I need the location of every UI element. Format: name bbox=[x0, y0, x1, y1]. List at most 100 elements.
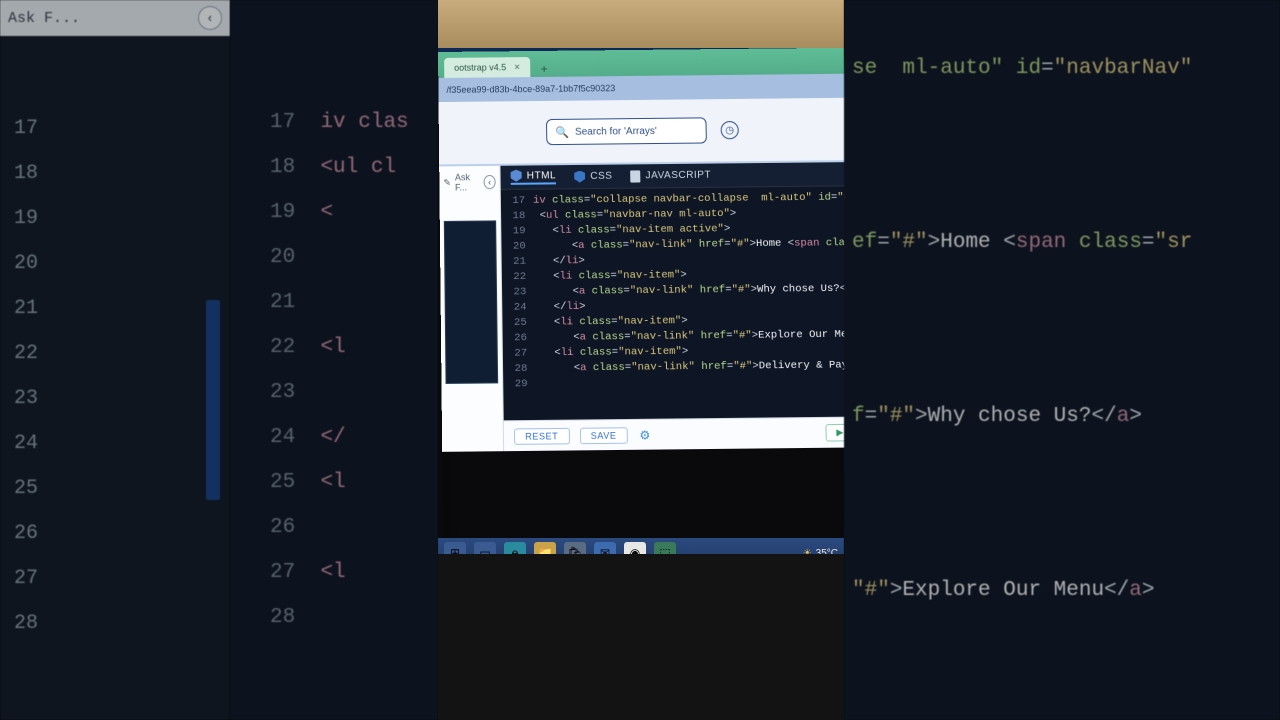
newtab-button[interactable]: + bbox=[536, 61, 552, 77]
gutter-row: 24 bbox=[0, 421, 230, 466]
line-number: 19 bbox=[0, 207, 60, 230]
line-number: 28 bbox=[0, 612, 60, 635]
line-number: 21 bbox=[0, 297, 60, 320]
search-placeholder: Search for 'Arrays' bbox=[575, 125, 657, 137]
browser-tab-title: ootstrap v4.5 bbox=[454, 62, 506, 73]
zoom-code-fragments: 17 iv clas18 <ul cl19 <20 21 22 <l23 24 … bbox=[230, 0, 438, 720]
line-number: 23 bbox=[0, 387, 60, 410]
tab-html[interactable]: HTML bbox=[511, 169, 557, 185]
zoom-code-line: "#">Explore Our Menu</a> bbox=[844, 562, 1280, 620]
line-number: 29 bbox=[503, 377, 536, 393]
save-button[interactable]: SAVE bbox=[579, 427, 627, 444]
gutter-row: 26 bbox=[0, 511, 230, 556]
right-blurred-panel: se ml-auto" id="navbarNav" ef="#">Home <… bbox=[844, 0, 1280, 720]
css3-icon bbox=[574, 170, 585, 182]
zoom-code-line: 19 < bbox=[230, 190, 438, 235]
line-number: 24 bbox=[502, 300, 535, 316]
wall-above-monitor bbox=[438, 0, 844, 48]
url-text: /f35eea99-d83b-4bce-89a7-1bb7f5c90323 bbox=[446, 83, 615, 95]
gutter-row: 28 bbox=[0, 601, 230, 646]
zoom-code-line: 23 bbox=[230, 370, 438, 415]
center-photo: ootstrap v4.5 × + /f35eea99-d83b-4bce-89… bbox=[438, 0, 844, 720]
zoom-code-line: 25 <l bbox=[230, 460, 438, 505]
line-number: 26 bbox=[0, 522, 60, 545]
gutter-row: 25 bbox=[0, 466, 230, 511]
zoom-code-line: ef="#">Home <span class="sr bbox=[844, 214, 1280, 272]
ide: ✎ Ask F... ‹ HTML CSS bbox=[439, 162, 854, 452]
zoom-code-line bbox=[844, 98, 1280, 156]
line-number: 23 bbox=[502, 285, 535, 301]
tab-css[interactable]: CSS bbox=[574, 170, 612, 183]
tab-js[interactable]: JAVASCRIPT bbox=[630, 169, 711, 182]
zoom-code-line bbox=[844, 446, 1280, 504]
zoom-code-line: se ml-auto" id="navbarNav" bbox=[844, 40, 1280, 98]
zoom-code-line: 26 bbox=[230, 505, 438, 550]
line-number: 17 bbox=[501, 194, 533, 210]
line-number: 19 bbox=[501, 224, 533, 240]
ask-label: Ask F... bbox=[8, 10, 80, 27]
zoom-code-line: 21 bbox=[230, 280, 438, 325]
below-monitor bbox=[438, 554, 844, 720]
ide-ask-pill[interactable]: ✎ Ask F... ‹ bbox=[443, 172, 495, 193]
js-icon bbox=[630, 170, 640, 182]
zoom-code-line bbox=[844, 272, 1280, 330]
chat-icon: ✎ bbox=[443, 177, 451, 188]
close-tab-icon[interactable]: × bbox=[514, 62, 520, 73]
page-header: Search for 'Arrays' ◷ bbox=[439, 98, 847, 167]
back-icon[interactable]: ‹ bbox=[198, 6, 222, 30]
gutter-row: 27 bbox=[0, 556, 230, 601]
reset-button[interactable]: RESET bbox=[514, 427, 570, 444]
left-blurred-panel: Ask F... ‹ 17 18 19 20 21 22 23 24 25 26 27 28 bbox=[0, 0, 230, 720]
zoom-code-line bbox=[844, 330, 1280, 388]
search-icon bbox=[555, 125, 569, 138]
ide-ask-label: Ask F... bbox=[455, 172, 480, 192]
gutter-row: 21 bbox=[0, 286, 230, 331]
gutter-row: 19 bbox=[0, 196, 230, 241]
line-number: 28 bbox=[503, 361, 536, 377]
monitor-bezel: ootstrap v4.5 × + /f35eea99-d83b-4bce-89… bbox=[438, 48, 844, 568]
line-number: 26 bbox=[503, 331, 536, 347]
line-number: 27 bbox=[503, 346, 536, 362]
gutter-row: 23 bbox=[0, 376, 230, 421]
line-number: 20 bbox=[0, 252, 60, 275]
tab-html-label: HTML bbox=[527, 170, 557, 181]
html5-icon bbox=[511, 170, 522, 182]
zoom-code-line: 24 </ bbox=[230, 415, 438, 460]
line-number: 18 bbox=[501, 209, 533, 225]
tab-js-label: JAVASCRIPT bbox=[645, 170, 711, 182]
zoom-code-line: f="#">Why chose Us?</a> bbox=[844, 388, 1280, 446]
zoom-code-line: 18 <ul cl bbox=[230, 145, 438, 190]
line-number: 21 bbox=[502, 254, 534, 270]
browser-tab[interactable]: ootstrap v4.5 × bbox=[444, 57, 530, 78]
zoom-code-line: 27 <l bbox=[230, 550, 438, 595]
gutter-row: 18 bbox=[0, 151, 230, 196]
zoom-code-line bbox=[844, 156, 1280, 214]
gutter-row: 17 bbox=[0, 106, 230, 151]
tab-css-label: CSS bbox=[590, 171, 612, 182]
line-number: 22 bbox=[502, 270, 534, 286]
zoom-code-line: 17 iv clas bbox=[230, 100, 438, 145]
minimap-thumb bbox=[206, 300, 220, 500]
ide-back-icon[interactable]: ‹ bbox=[484, 175, 496, 189]
line-number: 25 bbox=[0, 477, 60, 500]
ide-preview-thumb bbox=[444, 220, 498, 384]
gutter-row: 20 bbox=[0, 241, 230, 286]
ide-sidebar: ✎ Ask F... ‹ bbox=[439, 166, 504, 452]
zoom-code-line: 28 bbox=[230, 595, 438, 640]
line-number: 20 bbox=[501, 239, 533, 255]
line-number: 27 bbox=[0, 567, 60, 590]
zoom-code-line: 22 <l bbox=[230, 325, 438, 370]
timer-icon[interactable]: ◷ bbox=[720, 121, 738, 139]
zoom-code-line bbox=[844, 504, 1280, 562]
search-input[interactable]: Search for 'Arrays' bbox=[546, 117, 707, 145]
line-number: 18 bbox=[0, 162, 60, 185]
zoom-code-line: 20 bbox=[230, 235, 438, 280]
screen: ootstrap v4.5 × + /f35eea99-d83b-4bce-89… bbox=[438, 48, 857, 562]
line-number: 22 bbox=[0, 342, 60, 365]
left-topbar: Ask F... ‹ bbox=[0, 0, 230, 36]
line-number: 24 bbox=[0, 432, 60, 455]
line-number: 17 bbox=[0, 117, 60, 140]
gutter-row: 22 bbox=[0, 331, 230, 376]
line-number: 25 bbox=[502, 316, 535, 332]
settings-icon[interactable]: ⚙ bbox=[638, 427, 652, 442]
